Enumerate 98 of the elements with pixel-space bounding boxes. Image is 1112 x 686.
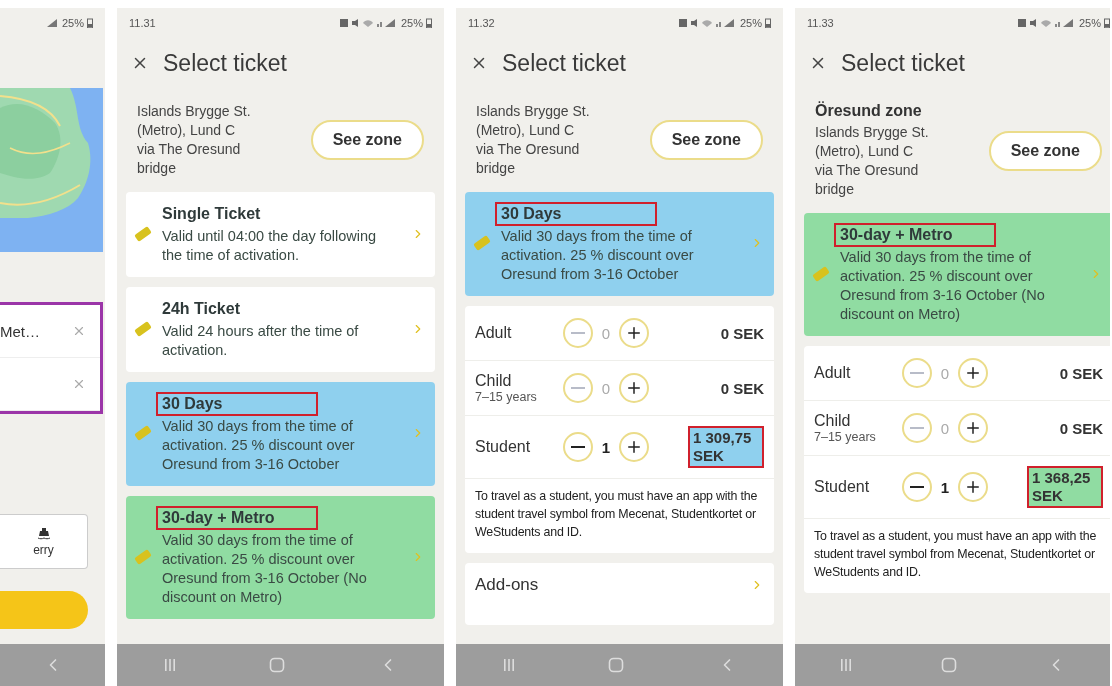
stop-name: Met… [0, 322, 40, 340]
recent-apps-icon[interactable] [839, 658, 854, 672]
ticket-name: 30 Days [156, 392, 318, 416]
increase-button[interactable] [958, 358, 988, 388]
plus-icon [964, 478, 982, 496]
price: 0 SEK [1059, 364, 1103, 382]
ticket-card[interactable]: 30 Days Valid 30 days from the time of activation. 25 % discount over Oresund from 3-16 October [465, 192, 774, 296]
plus-icon [625, 324, 643, 342]
home-icon[interactable] [269, 657, 286, 673]
passenger-type: Student [814, 478, 871, 496]
home-icon[interactable] [608, 657, 625, 673]
plus-icon [625, 379, 643, 397]
increase-button[interactable] [958, 413, 988, 443]
battery-icon [87, 18, 93, 28]
route-description: Islands Brygge St. (Metro), Lund C via The Oresund bridge [476, 102, 590, 178]
zone-title: Öresund zone [815, 102, 923, 120]
battery-level: 25% [400, 17, 423, 29]
see-zone-button[interactable]: See zone [310, 120, 424, 160]
battery-icon [426, 18, 432, 28]
ticket-description: Valid until 04:00 the day following the time of activation. [162, 227, 378, 265]
passenger-type: Child [475, 372, 513, 390]
status-time: 11.32 [468, 17, 495, 29]
ticket-card[interactable]: 24h Ticket Valid 24 hours after the time of activation. [126, 287, 435, 372]
decrease-button[interactable] [902, 472, 932, 502]
increase-button[interactable] [958, 472, 988, 502]
remove-icon[interactable] [72, 377, 86, 391]
ticket-name: 30-day + Metro [834, 223, 996, 247]
ticket-card[interactable]: 30-day + Metro Valid 30 days from the time of activation. 25 % discount over Oresund from 3-16 October (No discount on Metro) [804, 213, 1110, 336]
age-range: 7–15 years [475, 390, 538, 404]
price: 1 309,75 SEK [688, 426, 764, 468]
plus-icon [964, 419, 982, 437]
status-time: 11.31 [129, 17, 156, 29]
passenger-type: Adult [814, 364, 852, 382]
price: 0 SEK [1059, 419, 1103, 437]
minus-icon [571, 332, 585, 334]
price: 0 SEK [720, 324, 764, 342]
ticket-description: Valid 30 days from the time of activation. 25 % discount over Oresund from 3-16 October (No discount on Metro) [162, 531, 368, 607]
ticket-name: 24h Ticket [161, 299, 241, 319]
page-title: Select ticket [163, 49, 287, 77]
status-icons [339, 18, 398, 28]
status-icons [678, 18, 737, 28]
age-range: 7–15 years [814, 430, 877, 444]
increase-button[interactable] [619, 373, 649, 403]
plus-icon [625, 438, 643, 456]
ticket-description: Valid 30 days from the time of activation. 25 % discount over Oresund from 3-16 October [501, 227, 695, 284]
see-zone-button[interactable]: See zone [988, 130, 1102, 171]
passenger-count: 0 [939, 364, 951, 382]
passenger-count: 0 [939, 419, 951, 437]
addons-title: Add-ons [475, 575, 539, 595]
passenger-type: Student [475, 438, 532, 456]
battery-level: 25% [739, 17, 762, 29]
ticket-description: Valid 30 days from the time of activation. 25 % discount over Oresund from 3-16 October (No discount on Metro) [840, 248, 1046, 324]
plus-icon [964, 364, 982, 382]
increase-button[interactable] [619, 432, 649, 462]
battery-icon [1104, 18, 1110, 28]
ticket-name: Single Ticket [161, 204, 262, 224]
minus-icon [910, 427, 924, 429]
ferry-button[interactable]: erry [0, 514, 88, 569]
primary-button[interactable] [0, 591, 88, 629]
minus-icon [571, 446, 585, 448]
see-zone-button[interactable]: See zone [649, 120, 763, 160]
increase-button[interactable] [619, 318, 649, 348]
recent-apps-icon[interactable] [502, 658, 517, 672]
ticket-name: 30 Days [495, 202, 657, 226]
route-description: Islands Brygge St. (Metro), Lund C via The Oresund bridge [137, 102, 251, 178]
passenger-count: 1 [939, 478, 951, 496]
minus-icon [910, 372, 924, 374]
page-title: Select ticket [502, 49, 626, 77]
minus-icon [571, 387, 585, 389]
home-icon[interactable] [941, 657, 958, 673]
price: 0 SEK [720, 379, 764, 397]
ticket-name: 30-day + Metro [156, 506, 318, 530]
minus-icon [910, 486, 924, 488]
ferry-icon [36, 526, 51, 540]
ticket-description: Valid 24 hours after the time of activation. [162, 322, 360, 360]
passenger-count: 0 [600, 379, 612, 397]
ticket-card[interactable]: 30-day + Metro Valid 30 days from the time of activation. 25 % discount over Oresund from 3-16 October (No discount on Metro) [126, 496, 435, 619]
ticket-description: Valid 30 days from the time of activation. 25 % discount over Oresund from 3-16 October [162, 417, 356, 474]
price: 1 368,25 SEK [1027, 466, 1103, 508]
student-note: To travel as a student, you must have an app with the student travel symbol from Mecenat, Studentkortet or WeStudents and ID. [474, 488, 759, 541]
recent-apps-icon[interactable] [163, 658, 178, 672]
status-time: 11.33 [807, 17, 834, 29]
battery-icon [765, 18, 771, 28]
battery-level: 25% [1078, 17, 1101, 29]
addons-card[interactable]: Add-ons [465, 563, 774, 625]
decrease-button[interactable] [563, 432, 593, 462]
student-note: To travel as a student, you must have an app with the student travel symbol from Mecenat, Studentkortet or WeStudents and ID. [813, 528, 1098, 581]
status-icons [1017, 18, 1076, 28]
ticket-card[interactable]: 30 Days Valid 30 days from the time of activation. 25 % discount over Oresund from 3-16 October [126, 382, 435, 486]
battery-level: 25% [61, 17, 84, 29]
passenger-count: 1 [600, 438, 612, 456]
page-title: Select ticket [841, 49, 965, 77]
route-description: Islands Brygge St. (Metro), Lund C via The Oresund bridge [815, 123, 929, 199]
remove-icon[interactable] [72, 324, 86, 338]
passenger-count: 0 [600, 324, 612, 342]
passenger-type: Child [814, 412, 852, 430]
passenger-type: Adult [475, 324, 513, 342]
ticket-card[interactable]: Single Ticket Valid until 04:00 the day following the time of activation. [126, 192, 435, 277]
